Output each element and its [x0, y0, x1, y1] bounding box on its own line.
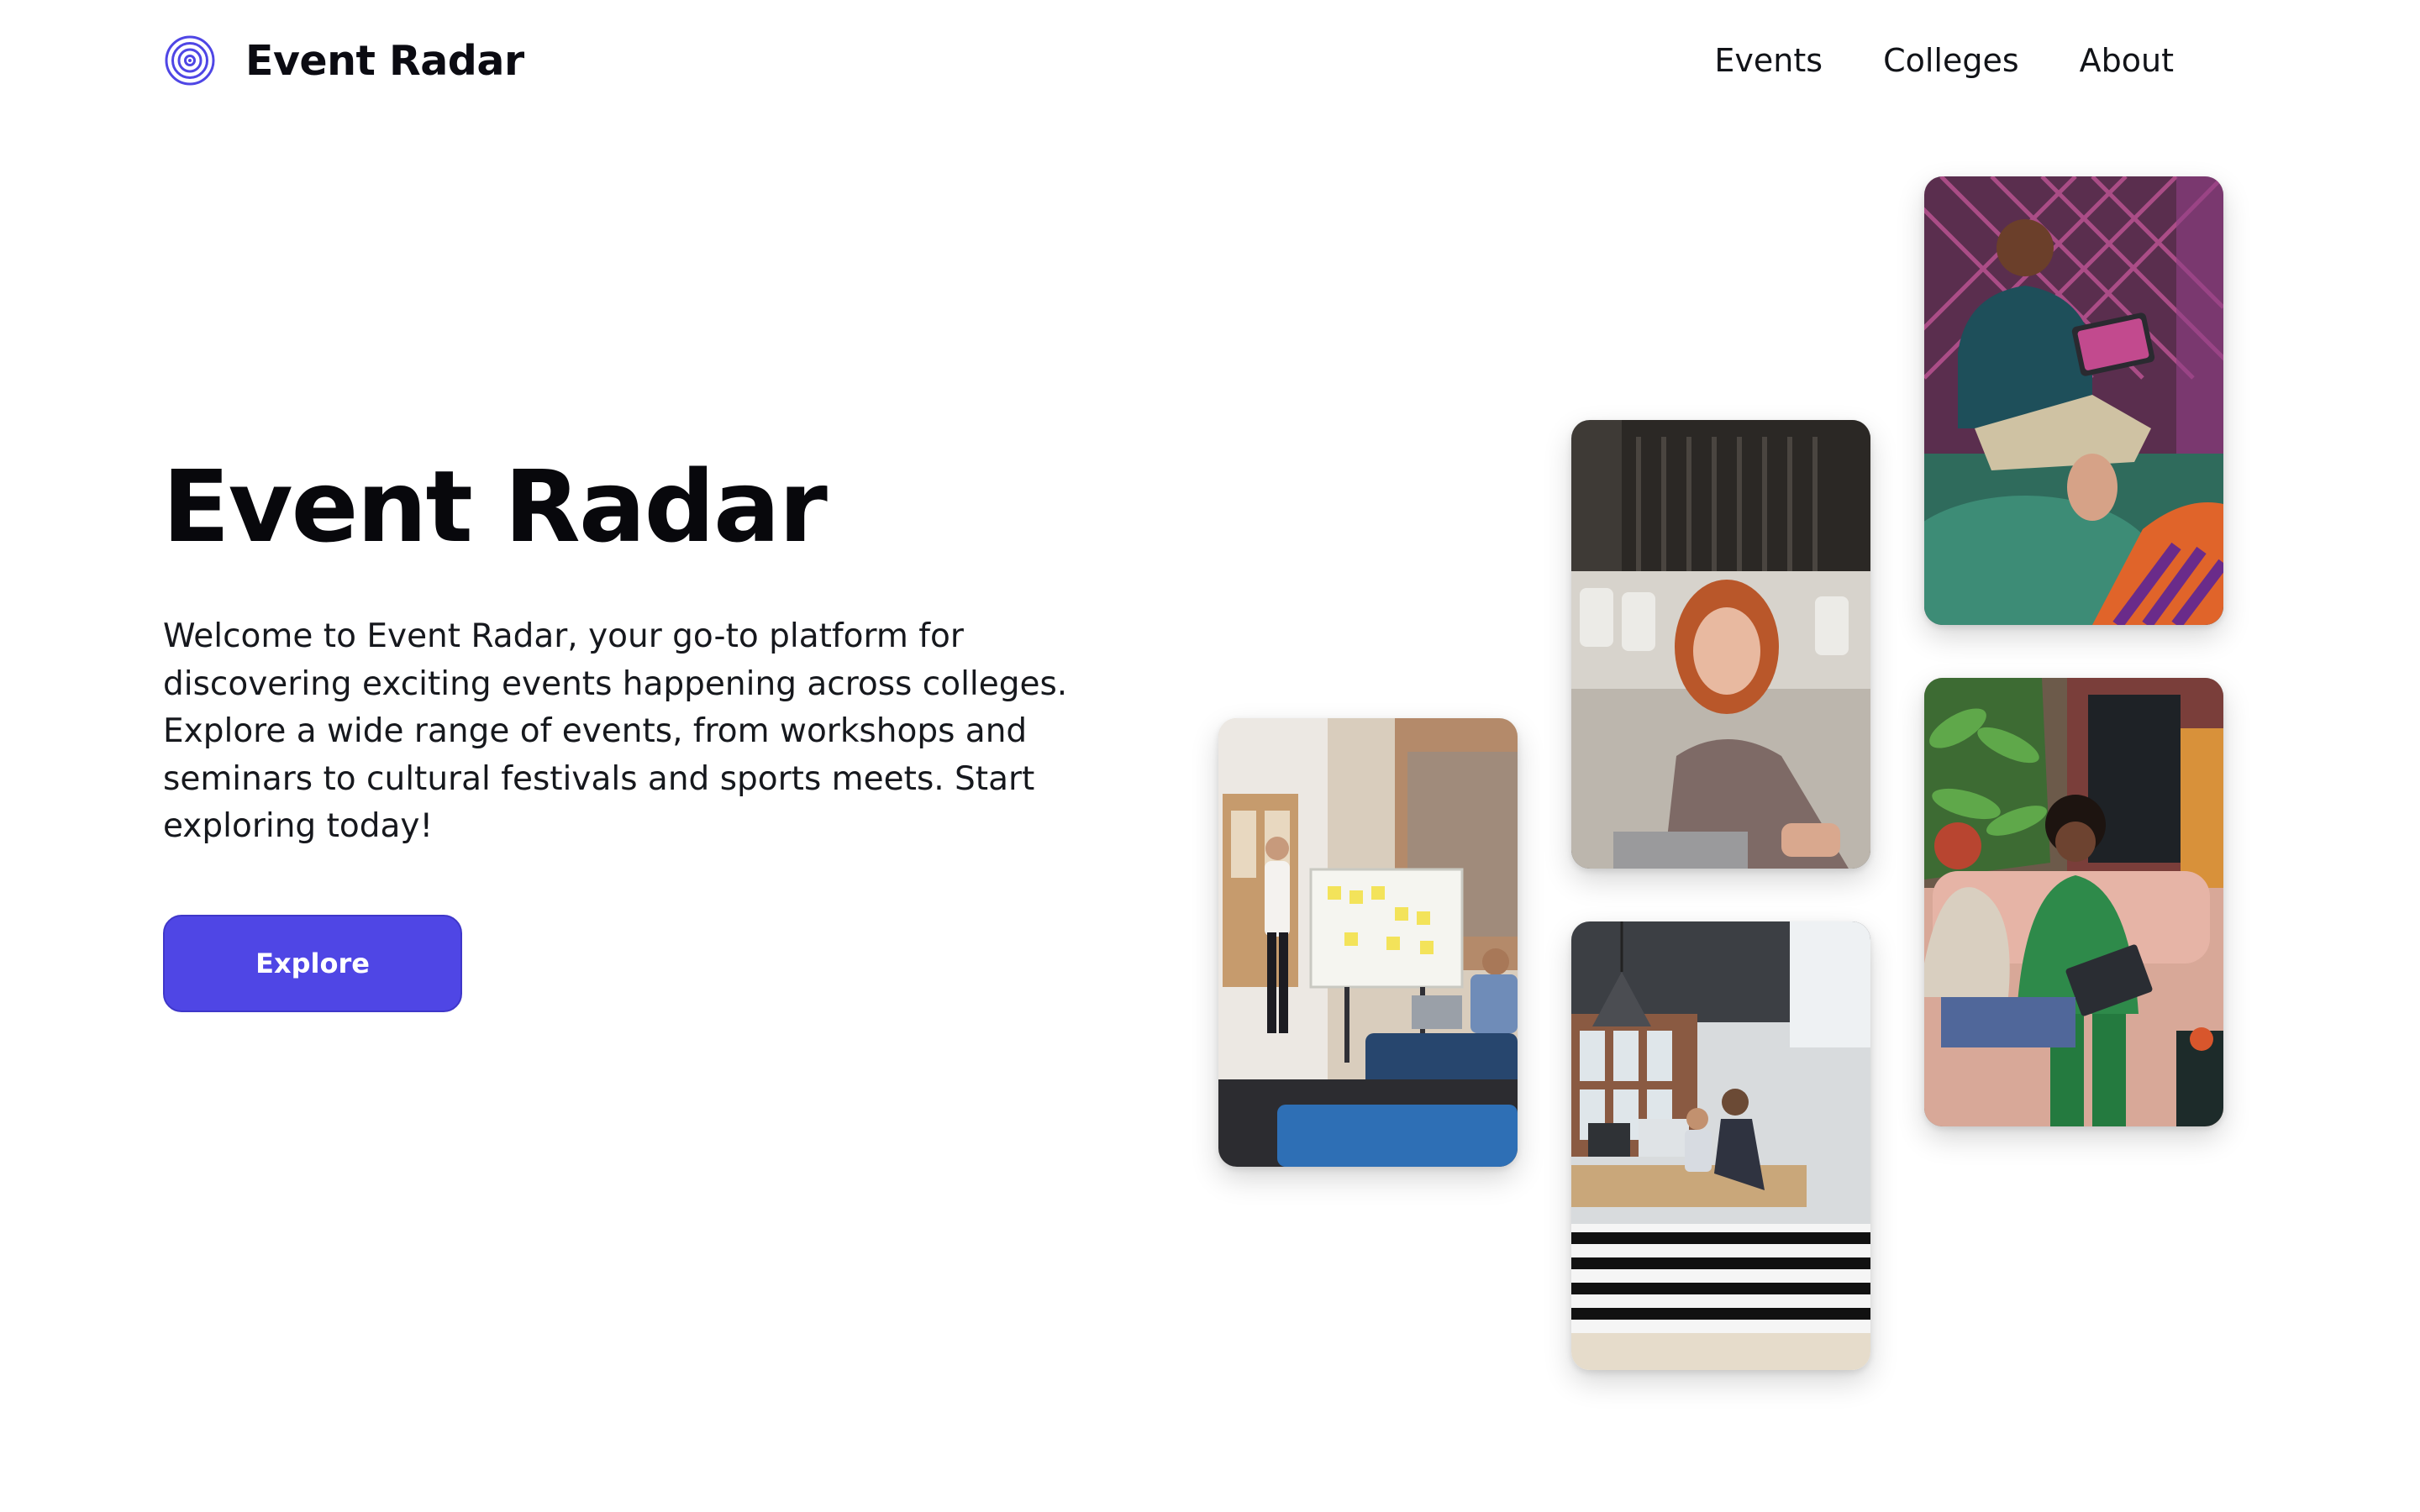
photo-open-office	[1571, 921, 1870, 1370]
photo-man-tablet	[1924, 176, 2223, 625]
brand-name: Event Radar	[245, 36, 524, 85]
hero-description: Welcome to Event Radar, your go-to platf…	[163, 617, 1068, 845]
photo-women-sofa	[1924, 678, 2223, 1126]
radar-rings-icon	[165, 35, 215, 86]
hero-title: Event Radar	[162, 449, 828, 564]
photo-woman-laptop	[1571, 420, 1870, 869]
nav-link-about[interactable]: About	[2080, 39, 2174, 82]
explore-button[interactable]: Explore	[163, 915, 462, 1012]
brand-link[interactable]: Event Radar	[163, 34, 524, 87]
top-nav: Events Colleges About	[1714, 39, 2174, 82]
nav-link-colleges[interactable]: Colleges	[1883, 39, 2019, 82]
photo-whiteboard-presentation	[1218, 718, 1518, 1167]
nav-link-events[interactable]: Events	[1714, 39, 1823, 82]
landing-page: Event Radar Events Colleges About Event …	[0, 0, 2420, 1512]
